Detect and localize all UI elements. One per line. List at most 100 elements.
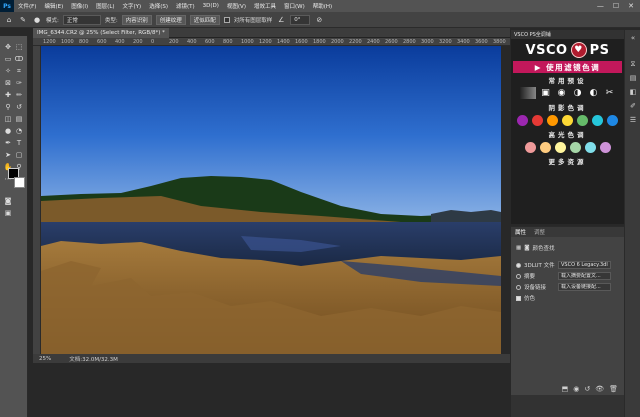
view-previous-icon[interactable]: ◉ [573,385,579,393]
gradient-preset-icon[interactable] [519,87,536,99]
gradient-tool-icon[interactable]: ▤ [14,114,24,124]
brush-size-icon[interactable]: ● [32,15,42,25]
adjustments-panel-icon[interactable]: ☰ [629,116,637,124]
lut3d-radio[interactable] [516,262,521,268]
dodge-tool-icon[interactable]: ◔ [14,126,24,136]
menu-select[interactable]: 选择(S) [145,2,172,10]
clone-stamp-tool-icon[interactable]: ⚲ [3,102,13,112]
type-tool-icon[interactable]: T [14,138,24,148]
menu-3d[interactable]: 3D(D) [199,3,223,9]
quick-select-tool-icon[interactable]: ✧ [3,66,13,76]
delete-icon[interactable]: 🗑 [609,385,618,393]
collapse-icon[interactable]: « [629,34,637,42]
frame-tool-icon[interactable]: ⊠ [3,78,13,88]
highlight-swatch[interactable] [524,141,536,153]
menu-layer[interactable]: 图层(L) [92,2,118,10]
home-icon[interactable]: ⌂ [4,15,14,25]
document-tab[interactable]: IMG_6344.CR2 @ 25% (Select Filter, RGB/8… [33,28,169,38]
visibility-icon[interactable]: 👁 [595,385,604,393]
circle-preset-icon[interactable]: ◉ [556,87,568,99]
ruler-tick-label: 600 [205,39,215,45]
content-aware-button[interactable]: 内容识别 [121,14,152,25]
highlight-swatch[interactable] [584,141,596,153]
channels-panel-icon[interactable]: ◧ [629,88,637,96]
abstract-radio[interactable] [516,273,521,279]
apply-filter-button[interactable]: ▶ 使用滤镜色调 [513,61,622,73]
menu-edit[interactable]: 编辑(E) [40,2,67,10]
menu-file[interactable]: 文件(F) [14,2,40,10]
proximity-match-button[interactable]: 近似匹配 [189,14,220,25]
rectangle-tool-icon[interactable]: ▢ [14,150,24,160]
blur-tool-icon[interactable]: ● [3,126,13,136]
close-button[interactable]: ✕ [628,2,634,10]
mode-select[interactable]: 正常 [62,14,101,25]
shadow-color-swatches [511,113,624,127]
create-texture-button[interactable]: 创建纹理 [155,14,186,25]
menu-help[interactable]: 帮助(H) [309,2,336,10]
ruler-tick-label: 0 [151,39,155,45]
pen-tool-icon[interactable]: ✒ [3,138,13,148]
zoom-level[interactable]: 25% [39,356,51,362]
shadow-swatch[interactable] [607,114,618,126]
menu-window[interactable]: 窗口(W) [280,2,309,10]
preset-row: ▣ ◉ ◑ ◐ ✂ [511,86,624,100]
ruler-tick-label: 400 [187,39,197,45]
maximize-button[interactable]: ☐ [613,2,619,10]
menu-view[interactable]: 视图(V) [223,2,250,10]
marquee-tool-icon[interactable]: ▭ [3,54,13,64]
highlight-swatch[interactable] [539,141,551,153]
quick-mask-icon[interactable]: ◙ [3,196,13,206]
path-select-tool-icon[interactable]: ➤ [3,150,13,160]
tab-adjustments[interactable]: 调整 [534,228,545,236]
brush-tool-icon[interactable]: ✏ [14,90,24,100]
abstract-select[interactable]: 载入摘要配置文... [558,272,611,280]
more-resources-button[interactable]: 更多资源 [511,154,624,167]
healing-brush-tool-icon[interactable]: ✚ [3,90,13,100]
pressure-icon[interactable]: ⊘ [314,15,324,25]
eraser-tool-icon[interactable]: ◫ [3,114,13,124]
shadow-swatch[interactable] [577,114,588,126]
minimize-button[interactable]: — [597,2,604,10]
shadow-swatch[interactable] [517,114,528,126]
device-link-radio[interactable] [516,284,521,290]
crop-tool-icon[interactable]: ⌗ [14,66,24,76]
highlight-swatch[interactable] [599,141,611,153]
history-brush-tool-icon[interactable]: ↺ [14,102,24,112]
vsco-tab[interactable]: VSCO PS全调铺 [511,30,624,39]
square-preset-icon[interactable]: ▣ [540,87,552,99]
background-color-swatch[interactable] [14,177,25,188]
lut3d-select[interactable]: VSCO 6 Legacy.3dl [558,261,611,269]
paths-panel-icon[interactable]: ✐ [629,102,637,110]
layers-panel-icon[interactable]: ▤ [629,74,637,82]
lasso-tool-icon[interactable]: ↀ [14,54,24,64]
highlight-swatch[interactable] [554,141,566,153]
menu-image[interactable]: 图像(I) [67,2,92,10]
canvas-area[interactable] [41,46,510,354]
history-panel-icon[interactable]: ⧖ [629,60,637,68]
dither-checkbox[interactable] [516,295,521,301]
screen-mode-icon[interactable]: ▣ [3,208,13,218]
tab-properties[interactable]: 属性 [515,228,526,236]
shadow-swatch[interactable] [562,114,573,126]
eyedropper-tool-icon[interactable]: ✑ [14,78,24,88]
device-link-select[interactable]: 载入设备链接配... [558,283,611,291]
menu-type[interactable]: 文字(Y) [119,2,146,10]
menu-filter[interactable]: 滤镜(T) [172,2,199,10]
contrast-preset-icon[interactable]: ◐ [588,87,600,99]
reset-icon[interactable]: ↺ [584,385,590,393]
angle-input[interactable]: 0° [290,14,311,25]
ruler-tick-label: 1600 [295,39,308,45]
shadow-swatch[interactable] [547,114,558,126]
properties-panel: 属性 调整 ▦ ◙ 颜色查找 3DLUT 文件 VSCO 6 Legacy.3d… [511,226,624,395]
menu-plugins[interactable]: 增效工具 [250,2,280,10]
sample-all-checkbox[interactable] [223,16,230,23]
half-circle-preset-icon[interactable]: ◑ [572,87,584,99]
shadow-swatch[interactable] [592,114,603,126]
shadow-swatch[interactable] [532,114,543,126]
highlight-swatch[interactable] [569,141,581,153]
clip-to-layer-icon[interactable]: ⬒ [562,385,569,393]
move-tool-icon[interactable]: ✥ [3,42,13,52]
artboard-tool-icon[interactable]: ⬚ [14,42,24,52]
tools-preset-icon[interactable]: ✂ [604,87,616,99]
spot-healing-brush-icon[interactable]: ✎ [18,15,28,25]
